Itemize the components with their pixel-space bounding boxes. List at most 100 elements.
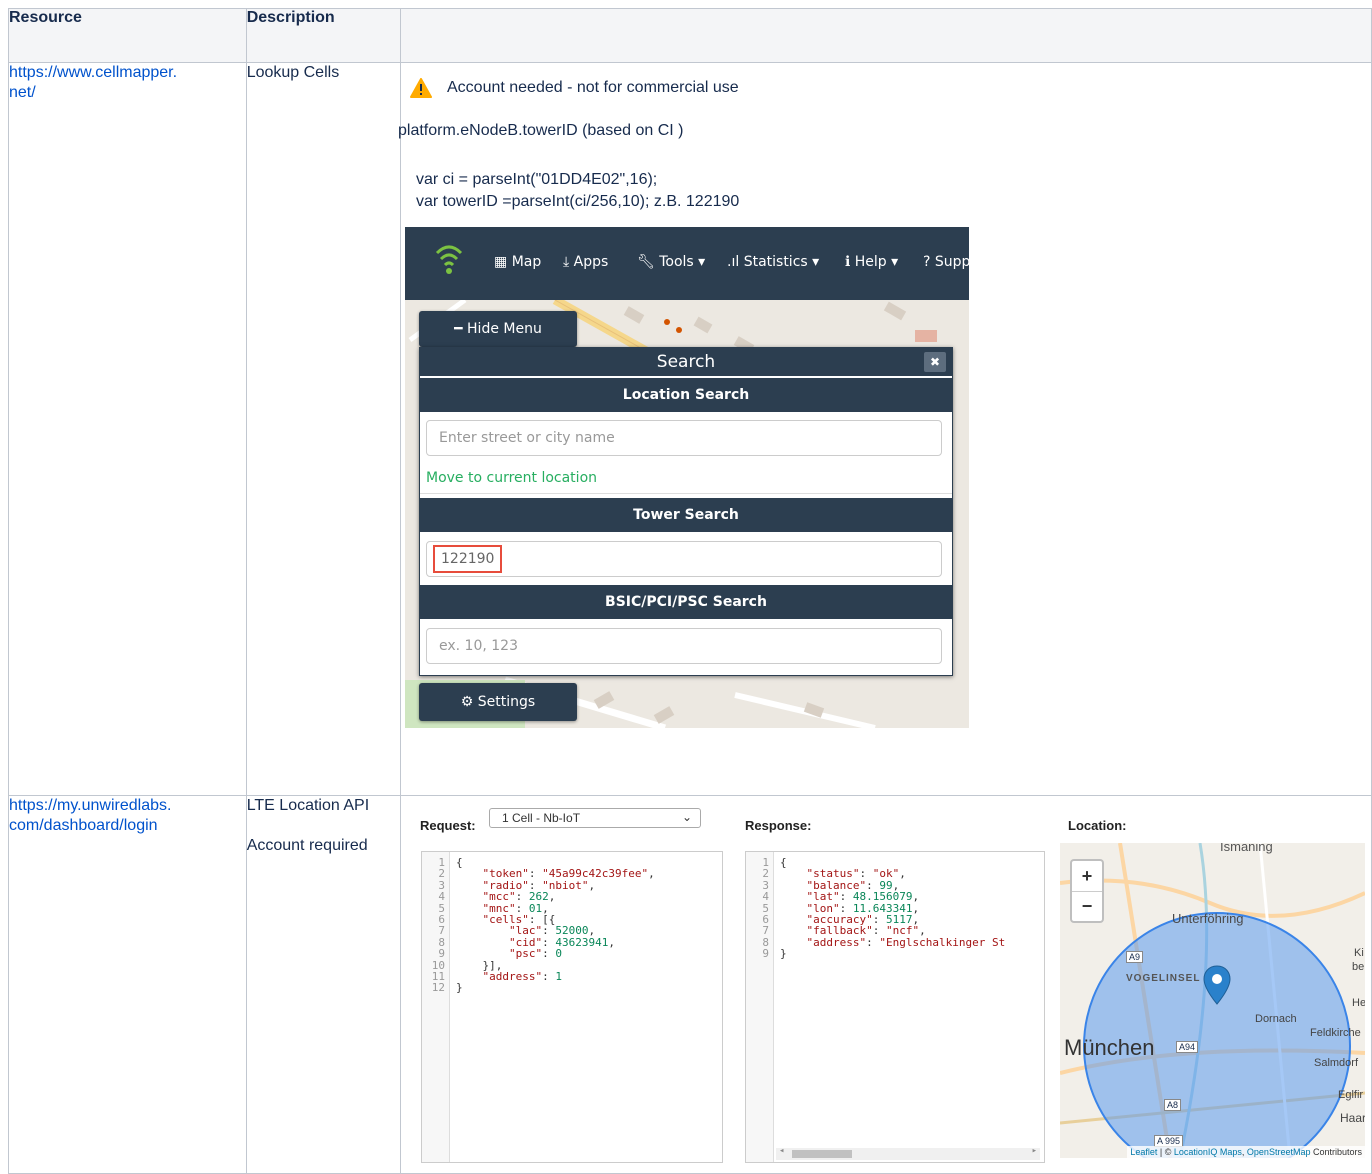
response-code-line: "address": "Englschalkinger St bbox=[806, 935, 1006, 949]
warning-text: Account needed - not for commercial use bbox=[447, 79, 739, 96]
map-icon: ▦ bbox=[494, 254, 512, 270]
nav-tools-label: Tools ▾ bbox=[659, 254, 706, 270]
scroll-left-icon[interactable]: ◂ bbox=[779, 1146, 784, 1157]
request-line-number: 12 bbox=[431, 981, 445, 995]
zoom-out-button[interactable]: − bbox=[1072, 892, 1102, 921]
place-ki: Ki bbox=[1354, 947, 1364, 959]
response-line-numbers: 123456789 bbox=[746, 852, 774, 1162]
request-code-line: "address": 1 bbox=[482, 969, 562, 983]
nav-statistics[interactable]: .ıl Statistics ▾ bbox=[727, 254, 819, 270]
tower-search-title: Tower Search bbox=[633, 507, 739, 523]
hide-menu-label: Hide Menu bbox=[467, 321, 542, 337]
nav-statistics-label: Statistics ▾ bbox=[743, 254, 820, 270]
cellmapper-screenshot: ▦ Map ⤓ Apps 🔧︎ Tools ▾ .ıl Statistics ▾… bbox=[405, 227, 969, 728]
attribution-separator: | © bbox=[1157, 1147, 1174, 1157]
location-search-bar: Location Search bbox=[420, 378, 952, 412]
nav-support[interactable]: ? Supp bbox=[923, 254, 969, 270]
row2-resource-cell: https://my.unwiredlabs. com/dashboard/lo… bbox=[8, 795, 247, 1174]
close-icon[interactable]: ✖ bbox=[924, 352, 946, 372]
header-resource: Resource bbox=[8, 8, 247, 63]
code-line-2: var towerID =parseInt(ci/256,10); z.B. 1… bbox=[416, 193, 740, 210]
info-icon: ℹ bbox=[845, 254, 855, 270]
response-code-line: } bbox=[780, 947, 787, 961]
nav-help[interactable]: ℹ Help ▾ bbox=[845, 254, 898, 270]
place-hei: Hei bbox=[1352, 997, 1365, 1009]
row1-description: Lookup Cells bbox=[246, 64, 340, 81]
tower-search-value: 122190 bbox=[433, 545, 503, 573]
request-code-editor[interactable]: 1 2 3 4 5 6 7 8 9 10 11 12 { "token": "45a99c42c39f… bbox=[421, 851, 723, 1163]
cellmapper-link[interactable]: https://www.cellmapper. net/ bbox=[9, 64, 177, 101]
response-line-number: 4 bbox=[762, 890, 769, 904]
bsic-search-input[interactable]: ex. 10, 123 bbox=[426, 628, 942, 664]
location-search-title: Location Search bbox=[622, 387, 750, 403]
location-map[interactable]: + − Ismaning Unterföhring A9 VOGELINSEL … bbox=[1060, 843, 1365, 1158]
cellmapper-navbar: ▦ Map ⤓ Apps 🔧︎ Tools ▾ .ıl Statistics ▾… bbox=[405, 227, 969, 300]
location-search-input[interactable]: Enter street or city name bbox=[426, 420, 942, 456]
close-glyph: ✖ bbox=[929, 355, 941, 369]
request-label: Request: bbox=[420, 818, 476, 833]
header-description: Description bbox=[245, 8, 402, 63]
horizontal-scrollbar[interactable]: ◂ ▸ bbox=[776, 1146, 1040, 1160]
response-label: Response: bbox=[745, 818, 812, 833]
road-a8: A8 bbox=[1164, 1099, 1182, 1111]
locationiq-link[interactable]: LocationIQ Maps bbox=[1174, 1147, 1242, 1157]
header-resource-label: Resource bbox=[9, 9, 82, 26]
request-select-value: 1 Cell - Nb-IoT bbox=[502, 811, 581, 825]
row2-description-account: Account required bbox=[246, 837, 368, 854]
location-placeholder: Enter street or city name bbox=[439, 430, 615, 446]
place-eglfing: Eglfir bbox=[1338, 1089, 1364, 1101]
scrollbar-thumb[interactable] bbox=[792, 1150, 852, 1158]
wrench-icon: 🔧︎ bbox=[637, 254, 660, 270]
location-pin-icon[interactable] bbox=[1202, 965, 1232, 1005]
move-current-location-link[interactable]: Move to current location bbox=[426, 470, 597, 486]
map-attribution: Leaflet | © LocationIQ Maps, OpenStreetM… bbox=[1127, 1146, 1365, 1158]
attribution-contributors: Contributors bbox=[1310, 1147, 1362, 1157]
osm-link[interactable]: OpenStreetMap bbox=[1247, 1147, 1311, 1157]
row2-description-cell: LTE Location API Account required bbox=[245, 795, 402, 1174]
unwiredlabs-link[interactable]: https://my.unwiredlabs. com/dashboard/lo… bbox=[9, 797, 171, 834]
zoom-in-button[interactable]: + bbox=[1072, 861, 1102, 892]
gear-icon: ⚙ bbox=[460, 694, 478, 710]
warning-icon bbox=[410, 78, 432, 98]
row1-description-cell: Lookup Cells bbox=[245, 62, 402, 796]
bsic-search-bar: BSIC/PCI/PSC Search bbox=[420, 585, 952, 619]
warning-line: Account needed - not for commercial use bbox=[410, 78, 739, 98]
chevron-down-icon: ⌄ bbox=[681, 810, 692, 824]
divider bbox=[420, 493, 952, 494]
response-code: { "status": "ok", "balance": 99, "lat": … bbox=[780, 857, 1005, 960]
request-code-line: "psc": 0 bbox=[508, 947, 562, 961]
request-select[interactable]: 1 Cell - Nb-IoT ⌄ bbox=[489, 808, 701, 828]
place-bel: bel bbox=[1352, 961, 1365, 973]
zoom-control: + − bbox=[1070, 859, 1104, 923]
place-dornach: Dornach bbox=[1255, 1013, 1297, 1025]
scroll-right-icon[interactable]: ▸ bbox=[1032, 1146, 1037, 1157]
place-haar: Haar bbox=[1340, 1111, 1365, 1125]
place-feldkirchen: Feldkirche bbox=[1310, 1027, 1361, 1039]
tower-search-input[interactable]: 122190 bbox=[426, 541, 942, 577]
header-empty bbox=[400, 8, 1372, 63]
search-panel: Search ✖ Location Search Enter street or… bbox=[419, 347, 953, 676]
nav-apps-label: Apps bbox=[573, 254, 609, 270]
response-code-editor[interactable]: 123456789 { "status": "ok", "balance": 9… bbox=[745, 851, 1045, 1163]
request-line-number: 9 bbox=[438, 947, 445, 961]
nav-tools[interactable]: 🔧︎ Tools ▾ bbox=[637, 254, 705, 270]
header-description-label: Description bbox=[246, 9, 335, 26]
nav-map[interactable]: ▦ Map bbox=[494, 254, 541, 270]
request-line-numbers: 1 2 3 4 5 6 7 8 9 10 11 12 bbox=[422, 852, 450, 1162]
request-code-line: } bbox=[456, 981, 463, 995]
place-vogelinsel: VOGELINSEL bbox=[1126, 973, 1201, 984]
hide-menu-button[interactable]: ━ Hide Menu bbox=[419, 311, 577, 347]
nav-support-label: Supp bbox=[934, 254, 969, 270]
road-a94: A94 bbox=[1176, 1041, 1199, 1053]
leaflet-link[interactable]: Leaflet bbox=[1130, 1147, 1157, 1157]
place-unterfoehring: Unterföhring bbox=[1172, 911, 1244, 926]
nav-apps[interactable]: ⤓ Apps bbox=[563, 254, 608, 270]
row2-description-api: LTE Location API bbox=[246, 797, 370, 814]
download-icon: ⤓ bbox=[563, 254, 574, 270]
formula-label: platform.eNodeB.towerID (based on CI ) bbox=[398, 122, 684, 139]
bsic-search-title: BSIC/PCI/PSC Search bbox=[605, 594, 767, 610]
bsic-placeholder: ex. 10, 123 bbox=[439, 638, 518, 654]
settings-label: Settings bbox=[477, 694, 536, 710]
signal-logo-icon bbox=[435, 245, 463, 274]
settings-button[interactable]: ⚙ Settings bbox=[419, 683, 577, 721]
